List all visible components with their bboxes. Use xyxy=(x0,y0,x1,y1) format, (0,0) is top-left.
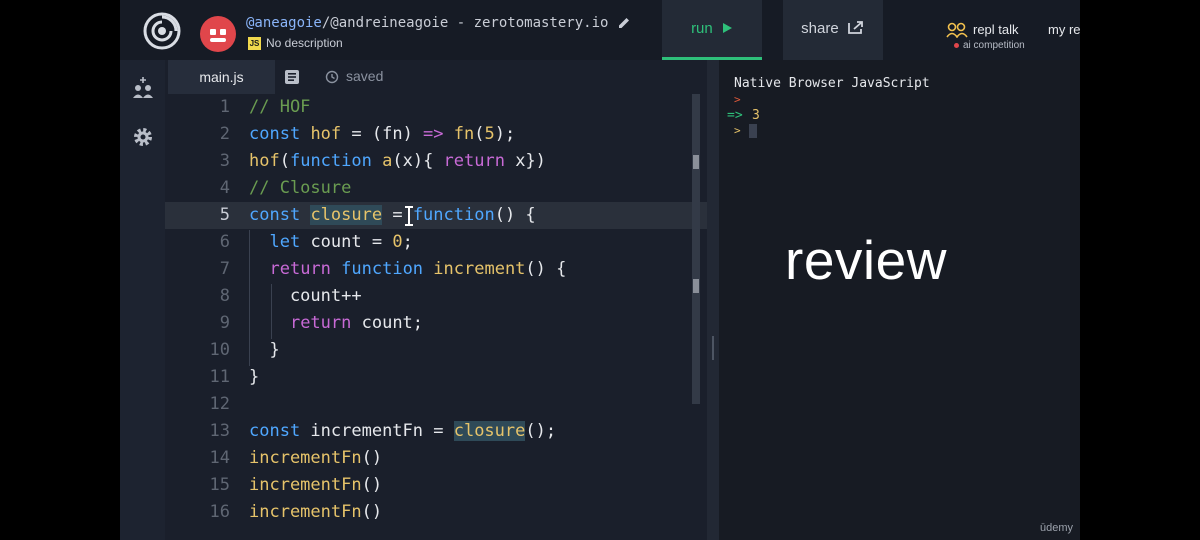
code-line[interactable]: 9 return count; xyxy=(165,310,707,337)
share-button[interactable]: share xyxy=(783,0,883,60)
add-people-icon[interactable] xyxy=(131,76,155,100)
line-number: 11 xyxy=(209,367,230,387)
code-text: // Closure xyxy=(249,178,352,198)
code-text: // HOF xyxy=(249,97,311,117)
history-icon xyxy=(325,70,339,84)
console-input-cursor[interactable] xyxy=(749,124,757,138)
code-line[interactable]: 10 } xyxy=(165,337,707,364)
repl-logo-icon[interactable] xyxy=(142,11,182,51)
code-text: count++ xyxy=(249,286,362,306)
console-header: Native Browser JavaScript xyxy=(734,76,930,91)
code-line[interactable]: 12 xyxy=(165,391,707,418)
run-button[interactable]: run xyxy=(662,0,762,60)
js-language-badge: JS xyxy=(248,37,261,50)
code-line[interactable]: 8 count++ xyxy=(165,283,707,310)
save-status: saved xyxy=(346,68,384,84)
repl-talk-subtitle[interactable]: ai competition xyxy=(963,40,1025,51)
scrollbar-marker xyxy=(693,155,699,169)
code-line[interactable]: 13 const incrementFn = closure(); xyxy=(165,418,707,445)
code-text: const hof = (fn) => fn(5); xyxy=(249,124,516,144)
code-text: } xyxy=(249,340,280,360)
code-line[interactable]: 16 incrementFn() xyxy=(165,499,707,526)
line-number: 14 xyxy=(209,448,230,468)
line-number: 3 xyxy=(219,151,230,171)
tab-main-js[interactable]: main.js xyxy=(168,60,275,94)
repl-talk-icon[interactable] xyxy=(946,22,968,38)
text-cursor-icon xyxy=(405,206,413,226)
console-pane[interactable]: Native Browser JavaScript > => 3 > xyxy=(719,60,1080,540)
console-result-value: 3 xyxy=(752,108,760,123)
code-line-active[interactable]: 5 const closure = function() { xyxy=(165,202,707,229)
code-line[interactable]: 15 incrementFn() xyxy=(165,472,707,499)
code-line[interactable]: 3 hof(function a(x){ return x}) xyxy=(165,148,707,175)
play-icon xyxy=(722,23,732,33)
code-line[interactable]: 4 // Closure xyxy=(165,175,707,202)
editor-scrollbar[interactable] xyxy=(692,94,700,404)
console-prompt: > xyxy=(734,124,741,137)
code-text: incrementFn() xyxy=(249,475,383,495)
repl-name: /@andreineagoie - zerotomastery.io xyxy=(321,15,609,31)
line-number: 2 xyxy=(219,124,230,144)
review-overlay-text: review xyxy=(785,229,947,291)
gear-icon[interactable] xyxy=(132,126,154,148)
top-bar: @aneagoie/@andreineagoie - zerotomastery… xyxy=(120,0,1080,60)
avatar[interactable] xyxy=(200,16,236,52)
line-number: 12 xyxy=(209,394,230,414)
code-text: return count; xyxy=(289,313,424,333)
console-result-arrow: => xyxy=(727,108,743,123)
code-text: incrementFn() xyxy=(249,448,383,468)
left-rail xyxy=(120,60,165,540)
repl-talk-link[interactable]: repl talk xyxy=(973,22,1019,37)
code-line[interactable]: 7 return function increment() { xyxy=(165,256,707,283)
document-icon[interactable] xyxy=(285,70,299,84)
code-line[interactable]: 2 const hof = (fn) => fn(5); xyxy=(165,121,707,148)
code-text: return function increment() { xyxy=(269,259,567,279)
notification-dot xyxy=(954,43,959,48)
line-number: 16 xyxy=(209,502,230,522)
line-number: 8 xyxy=(219,286,230,306)
code-text: let count = 0; xyxy=(269,232,413,252)
scrollbar-marker xyxy=(693,279,699,293)
console-prompt: > xyxy=(734,93,741,106)
pencil-icon[interactable] xyxy=(616,15,632,31)
repl-description[interactable]: No description xyxy=(266,36,343,50)
code-text: incrementFn() xyxy=(249,502,383,522)
line-number: 4 xyxy=(219,178,230,198)
line-number: 1 xyxy=(219,97,230,117)
line-number: 6 xyxy=(219,232,230,252)
editor-tab-bar: main.js saved xyxy=(165,60,707,94)
line-number: 10 xyxy=(209,340,230,360)
code-line[interactable]: 1 // HOF xyxy=(165,94,707,121)
splitter-handle[interactable] xyxy=(712,336,714,360)
line-number: 15 xyxy=(209,475,230,495)
repl-owner[interactable]: @aneagoie xyxy=(246,15,322,31)
repl-title[interactable]: @aneagoie/@andreineagoie - zerotomastery… xyxy=(246,15,608,31)
run-label: run xyxy=(691,20,713,37)
line-number: 5 xyxy=(219,205,230,225)
share-icon xyxy=(847,21,863,34)
share-label: share xyxy=(801,20,839,37)
line-number: 9 xyxy=(219,313,230,333)
code-text: const incrementFn = closure(); xyxy=(249,421,557,441)
line-number: 7 xyxy=(219,259,230,279)
code-text: } xyxy=(249,367,260,387)
code-line[interactable]: 11 } xyxy=(165,364,707,391)
pane-splitter[interactable] xyxy=(707,60,719,540)
udemy-watermark: ūdemy xyxy=(1040,522,1074,534)
code-text: const closure = function() { xyxy=(249,205,536,225)
code-line[interactable]: 6 let count = 0; xyxy=(165,229,707,256)
code-editor[interactable]: 1 // HOF 2 const hof = (fn) => fn(5); 3 … xyxy=(165,94,707,540)
code-line[interactable]: 14 incrementFn() xyxy=(165,445,707,472)
line-number: 13 xyxy=(209,421,230,441)
my-repls-link[interactable]: my re xyxy=(1048,22,1080,37)
code-text: hof(function a(x){ return x}) xyxy=(249,151,546,171)
